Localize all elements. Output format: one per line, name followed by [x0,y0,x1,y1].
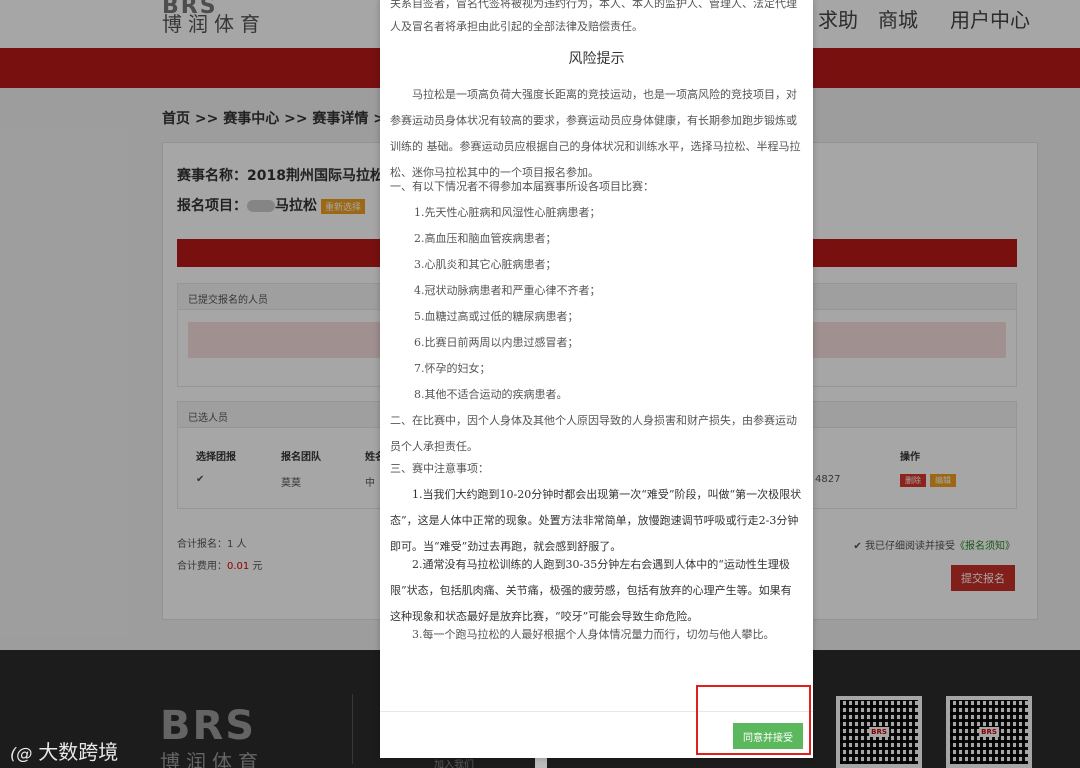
watermark-text: 大数跨境 [38,740,119,764]
modal-section-1: 一、有以下情况者不得参加本届赛事所设各项目比赛： [390,180,654,193]
condition-4: 4.冠状动脉病患者和严重心律不齐者； [414,284,601,297]
modal-top-text: 关系自签者，冒名代签将被视为违约行为，本人、本人的监护人、管理人、法定代理人及冒… [390,0,797,33]
modal-title: 风险提示 [568,51,625,67]
note-2: 2.通常没有马拉松训练的人跑到30-35分钟左右会遇到人体中的“运动性生理极限”… [390,558,792,623]
condition-1: 1.先天性心脏病和风湿性心脏病患者； [414,206,601,219]
condition-2: 2.高血压和脑血管疾病患者； [414,232,557,245]
note-3: 3.每一个跑马拉松的人最好根据个人身体情况量力而行，切勿与他人攀比。 [412,628,775,641]
watermark-icon: (@ [10,744,33,763]
condition-7: 7.怀孕的妇女； [414,362,491,375]
modal-scroll-area[interactable]: 关系自签者，冒名代签将被视为违约行为，本人、本人的监护人、管理人、法定代理人及冒… [380,0,813,712]
modal-intro: 马拉松是一项高负荷大强度长距离的竞技运动，也是一项高风险的竞技项目，对参赛运动员… [390,88,801,179]
risk-notice-modal: 关系自签者，冒名代签将被视为违约行为，本人、本人的监护人、管理人、法定代理人及冒… [380,0,813,758]
condition-3: 3.心肌炎和其它心脏病患者； [414,258,557,271]
condition-8: 8.其他不适合运动的疾病患者。 [414,388,568,401]
note-1: 1.当我们大约跑到10-20分钟时都会出现第一次“难受”阶段，叫做“第一次极限状… [390,488,802,553]
watermark: (@ 大数跨境 [10,736,118,765]
bottom-edge-marker [535,758,547,768]
condition-5: 5.血糖过高或过低的糖尿病患者； [414,310,579,323]
modal-section-3: 三、赛中注意事项： [390,462,489,475]
condition-6: 6.比赛日前两周以内患过感冒者； [414,336,579,349]
modal-section-2: 二、在比赛中，因个人身体及其他个人原因导致的人身损害和财产损失，由参赛运动员个人… [390,414,797,453]
highlight-box [696,685,811,755]
